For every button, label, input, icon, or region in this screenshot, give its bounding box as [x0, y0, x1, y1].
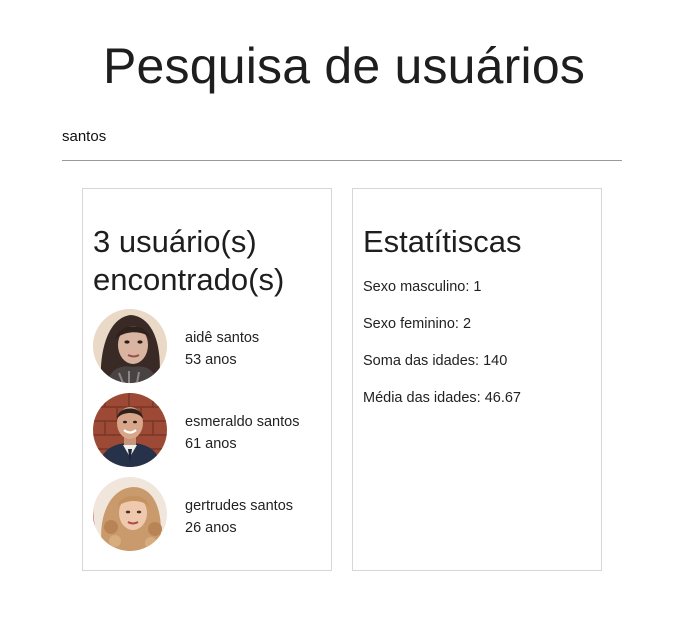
stat-female-count: Sexo feminino: 2	[363, 316, 472, 332]
user-name: gertrudes santos	[185, 498, 294, 514]
stats-card: Estatítiscas Sexo masculino: 1 Sexo femi…	[352, 188, 602, 571]
user-list: aidê santos 53 anos esmeraldo santos 61 …	[93, 309, 323, 561]
user-list-item: aidê santos 53 anos	[93, 309, 323, 383]
avatar-photo-icon	[93, 477, 167, 551]
avatar	[93, 393, 167, 467]
user-list-item: gertrudes santos 26 anos	[93, 477, 323, 551]
user-age: 53 anos	[185, 352, 237, 368]
page-title: Pesquisa de usuários	[102, 38, 586, 94]
user-name: esmeraldo santos	[185, 414, 300, 430]
avatar-photo-icon	[93, 393, 167, 467]
user-name: aidê santos	[185, 330, 260, 346]
stats-heading: Estatítiscas	[363, 224, 522, 259]
users-found-heading: 3 usuário(s) encontrado(s)	[93, 224, 285, 297]
avatar-photo-icon	[93, 309, 167, 383]
stats-list: Sexo masculino: 1 Sexo feminino: 2 Soma …	[363, 277, 521, 425]
users-card: 3 usuário(s) encontrado(s) aidê santos 5…	[82, 188, 332, 571]
avatar	[93, 309, 167, 383]
search-input[interactable]	[62, 124, 622, 150]
stat-age-sum: Soma das idades: 140	[363, 353, 508, 369]
stat-male-count: Sexo masculino: 1	[363, 279, 482, 295]
stat-age-average: Média das idades: 46.67	[363, 390, 521, 406]
user-age: 61 anos	[185, 436, 237, 452]
avatar	[93, 477, 167, 551]
search-field[interactable]	[62, 124, 622, 161]
user-list-item: esmeraldo santos 61 anos	[93, 393, 323, 467]
user-age: 26 anos	[185, 520, 237, 536]
